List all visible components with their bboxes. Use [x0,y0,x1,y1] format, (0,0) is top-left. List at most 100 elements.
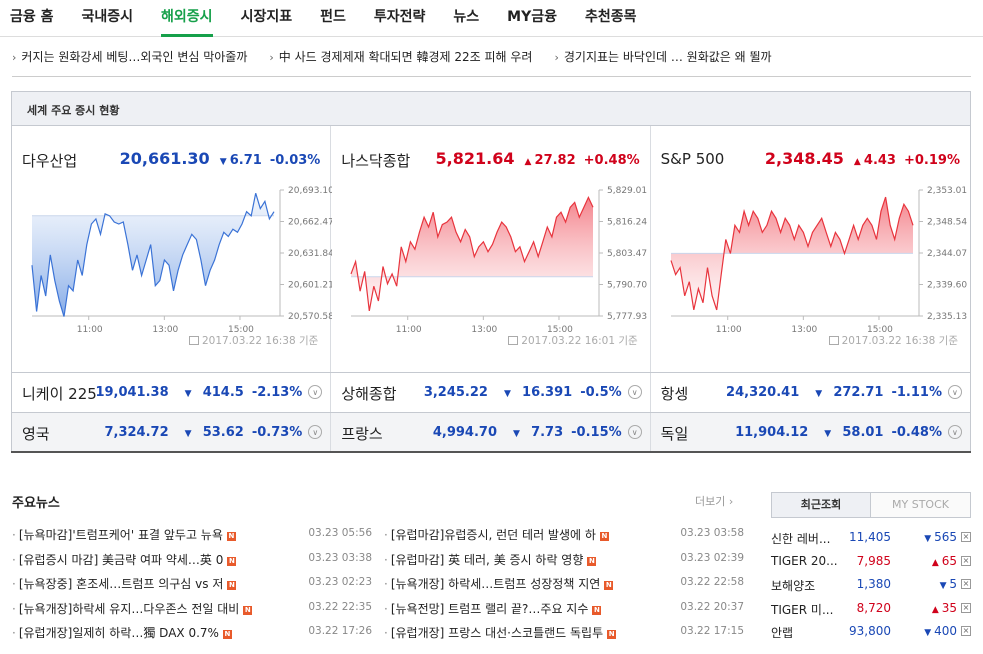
expand-icon[interactable]: ∨ [947,385,962,399]
stock-row[interactable]: TIGER 20... 7,985 ▲ 65 × [771,548,971,572]
stock-price: 8,720 [856,600,891,615]
news-headline[interactable]: [유럽증시 마감] 美금략 여파 약세…英 0N [12,551,237,568]
y-tick-label: 20,601.21 [288,281,332,291]
change-value: 35 [941,600,957,615]
new-badge-icon: N [607,630,617,639]
y-tick-label: 2,335.13 [927,312,967,322]
expand-icon[interactable]: ∨ [627,385,642,399]
index-card[interactable]: S&P 500 2,348.45 ▲ 4.43 +0.19% 2,353.01 2,348… [651,126,970,372]
news-headline[interactable]: [유럽마감]유럽증시, 런던 테러 발생에 하N [384,526,609,543]
y-tick-label: 20,631.84 [288,249,332,259]
stock-row[interactable]: 안랩 93,800 ▼ 400 × [771,618,971,642]
index-price: 7,324.72 [104,425,169,440]
news-headline-text: [유럽마감] 英 테러, 美 증시 하락 영향 [390,552,584,567]
headline-link[interactable]: 경기지표는 바닥인데 … 원화값은 왜 뛸까 [554,48,772,65]
news-headline[interactable]: [뉴욕개장] 하락세…트럼프 성장정책 지연N [384,575,614,592]
news-item[interactable]: [유럽마감]유럽증시, 런던 테러 발생에 하N 03.23 03:58 [384,520,744,545]
stock-row[interactable]: 보해양조 1,380 ▼ 5 × [771,571,971,595]
index-values: 24,320.41 ▼ 272.71 -1.11% [718,385,942,400]
change-value: 400 [934,624,957,638]
update-time-text: 2017.03.22 16:38 기준 [841,335,958,347]
y-tick-label: 20,570.58 [288,312,332,322]
index-cell[interactable]: 독일 11,904.12 ▼ 58.01 -0.48% ∨ [650,413,970,452]
news-item[interactable]: [뉴욕전망] 트럼프 랠리 끝?…주요 지수N 03.22 20:37 [384,594,744,619]
news-item[interactable]: [뉴욕장중] 혼조세…트럼프 의구심 vs 저N 03.23 02:23 [12,569,372,594]
y-tick-label: 2,344.07 [927,249,967,259]
nav-item[interactable]: 투자전략 [374,0,426,37]
more-link[interactable]: 더보기 › [695,493,733,509]
nav-item[interactable]: 추천종목 [585,0,637,37]
expand-icon[interactable]: ∨ [947,425,962,439]
nav-item[interactable]: 펀드 [320,0,346,37]
intraday-chart: 5,829.01 5,816.24 5,803.47 5,790.70 5,777.93… [350,186,648,335]
index-card[interactable]: 나스닥종합 5,821.64 ▲ 27.82 +0.48% 5,829.01 5,816.… [331,126,651,372]
headline-link[interactable]: 中 사드 경제제재 확대되면 韓경제 22조 피해 우려 [269,48,533,65]
index-cell[interactable]: 상해종합 3,245.22 ▼ 16.391 -0.5% ∨ [331,373,651,412]
close-icon[interactable]: × [961,579,971,589]
calendar-icon [508,336,519,345]
change-value: 53.62 [202,425,244,440]
news-headline[interactable]: [뉴욕마감]'트럼프케어' 표결 앞두고 뉴욕N [12,526,236,543]
stock-price: 1,380 [856,577,891,591]
index-change: ▼ 7.73 [505,425,563,440]
update-time: 2017.03.22 16:38 기준 [828,333,958,348]
nav-item[interactable]: MY금융 [507,0,557,37]
news-list-left: [뉴욕마감]'트럼프케어' 표결 앞두고 뉴욕N03.23 05:56[유럽증시… [12,520,372,643]
news-date: 03.22 20:37 [680,600,744,613]
news-item[interactable]: [유럽개장] 프랑스 대선·스코틀랜드 독립투N 03.22 17:15 [384,618,744,643]
news-headline[interactable]: [유럽개장] 프랑스 대선·스코틀랜드 독립투N [384,624,617,641]
index-cell[interactable]: 영국 7,324.72 ▼ 53.62 -0.73% ∨ [12,413,332,452]
news-item[interactable]: [뉴욕개장]하락세 유지…다우존스 전일 대비N 03.22 22:35 [12,594,372,619]
news-headline[interactable]: [유럽개장]일제히 하락…獨 DAX 0.7%N [12,624,232,641]
stock-row[interactable]: 신한 레버... 11,405 ▼ 565 × [771,524,971,548]
close-icon[interactable]: × [961,602,971,613]
down-arrow-icon: ▼ [503,389,515,399]
index-card[interactable]: 다우산업 20,661.30 ▼ 6.71 -0.03% 20,693.10 20,662… [12,126,332,372]
close-icon[interactable]: × [961,532,971,542]
y-tick-label: 5,816.24 [607,218,647,228]
chart-area [351,197,594,311]
news-headline[interactable]: [뉴욕전망] 트럼프 랠리 끝?…주요 지수N [384,600,602,617]
tab-recent[interactable]: 최근조회 [771,492,871,518]
news-headline-text: [뉴욕개장] 하락세…트럼프 성장정책 지연 [390,577,601,591]
change-value: 272.71 [833,385,884,400]
news-headline[interactable]: [뉴욕장중] 혼조세…트럼프 의구심 vs 저N [12,575,237,592]
news-item[interactable]: [뉴욕개장] 하락세…트럼프 성장정책 지연N 03.22 22:58 [384,569,744,594]
y-tick-label: 2,339.60 [927,281,967,291]
x-tick-label: 13:00 [791,325,817,335]
new-badge-icon: N [243,605,253,615]
stock-row[interactable]: TIGER 미... 8,720 ▲ 35 × [771,595,971,619]
stock-change: ▼ 400 [924,624,957,638]
stock-name: 보해양조 [771,579,816,593]
expand-icon[interactable]: ∨ [308,385,323,399]
index-cell[interactable]: 프랑스 4,994.70 ▼ 7.73 -0.15% ∨ [331,413,651,452]
stock-change: ▲ 35 [932,601,957,615]
index-row: 영국 7,324.72 ▼ 53.62 -0.73% ∨ 프랑스 4,994.70 ▼ 7.7… [12,412,970,452]
stock-change: ▼ 5 [940,577,957,591]
expand-icon[interactable]: ∨ [627,425,642,439]
news-headline[interactable]: [유럽마감] 英 테러, 美 증시 하락 영향N [384,551,597,568]
index-percent: -0.5% [580,385,622,400]
news-headline[interactable]: [뉴욕개장]하락세 유지…다우존스 전일 대비N [12,600,253,617]
new-badge-icon: N [227,581,237,590]
news-item[interactable]: [유럽마감] 英 테러, 美 증시 하락 영향N 03.23 02:39 [384,545,744,570]
news-item[interactable]: [유럽개장]일제히 하락…獨 DAX 0.7%N 03.22 17:26 [12,618,372,643]
stock-name: 신한 레버... [771,532,831,546]
news-item[interactable]: [뉴욕마감]'트럼프케어' 표결 앞두고 뉴욕N 03.23 05:56 [12,520,372,545]
stock-change: ▲ 65 [932,554,957,568]
nav-item[interactable]: 국내증시 [82,0,134,37]
nav-item[interactable]: 뉴스 [453,0,479,37]
index-cell[interactable]: 항셍 24,320.41 ▼ 272.71 -1.11% ∨ [650,373,970,412]
news-date: 03.22 17:15 [680,625,744,637]
news-item[interactable]: [유럽증시 마감] 美금략 여파 약세…英 0N 03.23 03:38 [12,545,372,570]
nav-item[interactable]: 금융 홈 [10,0,54,37]
close-icon[interactable]: × [961,626,971,636]
close-icon[interactable]: × [961,555,971,566]
index-cell[interactable]: 니케이 225 19,041.38 ▼ 414.5 -2.13% ∨ [12,373,332,412]
headline-link[interactable]: 커지는 원화강세 베팅…외국인 변심 막아줄까 [12,48,247,65]
nav-item[interactable]: 시장지표 [241,0,293,37]
nav-item[interactable]: 해외증시 [161,0,213,37]
expand-icon[interactable]: ∨ [308,425,323,439]
new-badge-icon: N [227,556,237,566]
tab-my-stock[interactable]: MY STOCK [871,492,971,518]
